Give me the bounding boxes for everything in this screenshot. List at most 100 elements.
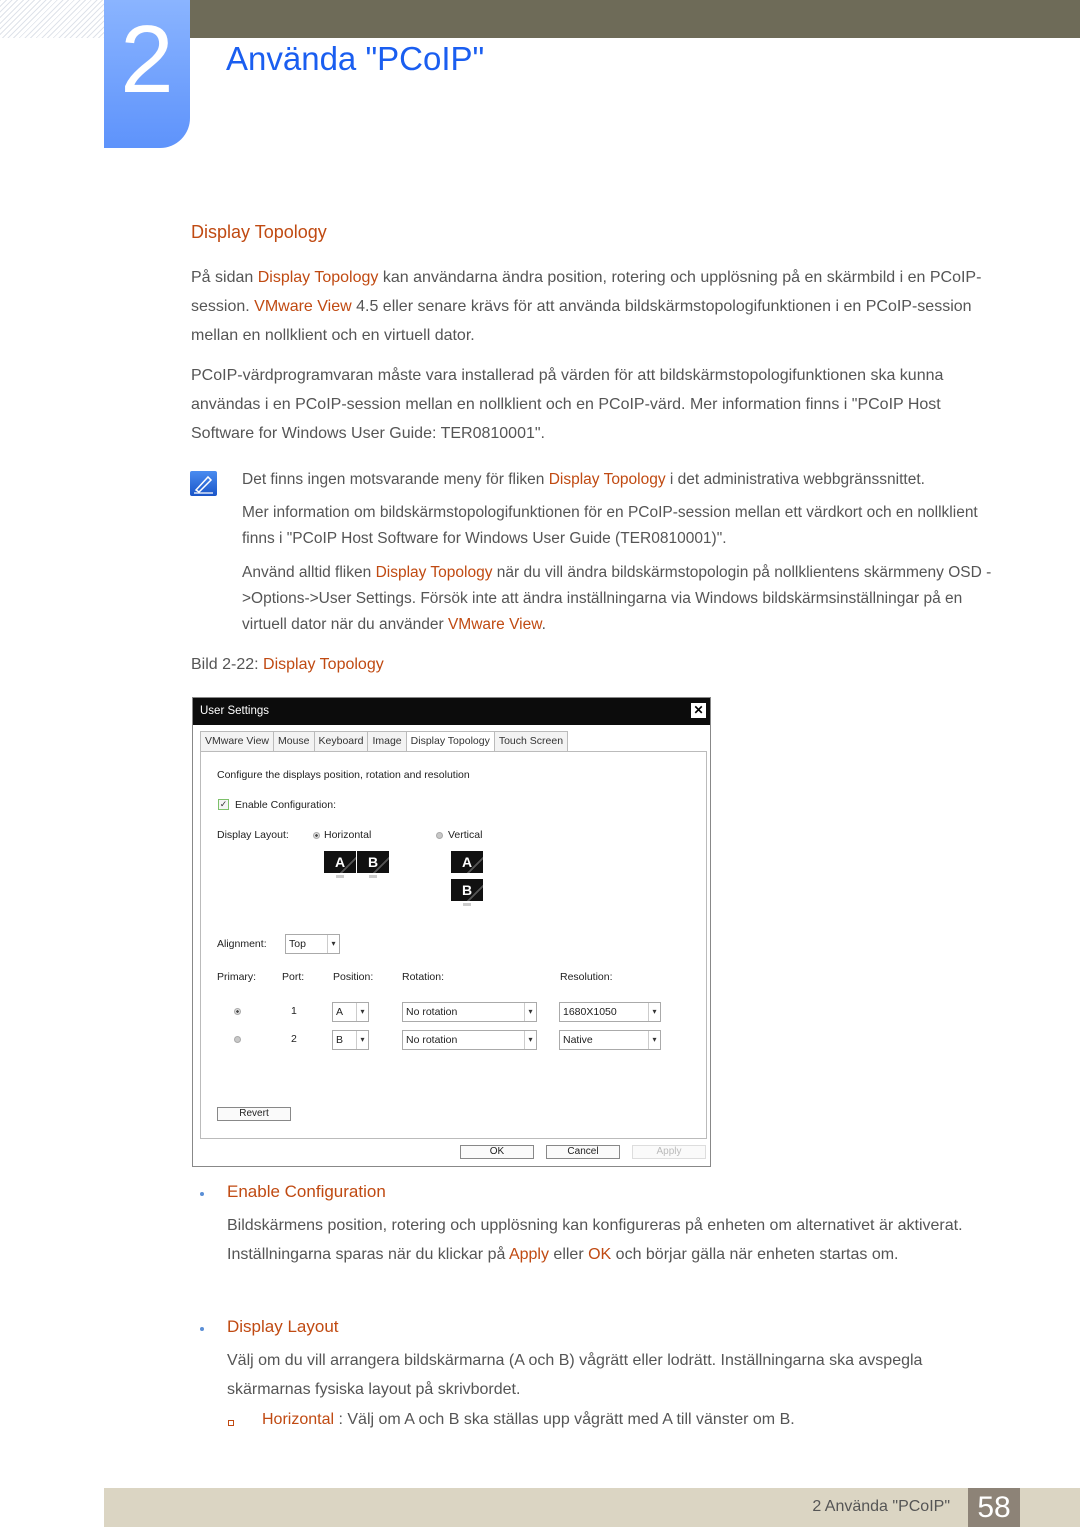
horizontal-label: Horizontal bbox=[324, 829, 372, 841]
highlight-display-topology: Display Topology bbox=[375, 564, 493, 581]
alignment-value: Top bbox=[289, 938, 306, 950]
note-1: Det finns ingen motsvarande meny för fli… bbox=[242, 467, 1007, 493]
highlight-display-topology: Display Topology bbox=[548, 471, 666, 488]
page-number: 58 bbox=[968, 1488, 1020, 1527]
primary-radio-port-2[interactable] bbox=[234, 1036, 241, 1043]
position-value: A bbox=[336, 1006, 344, 1018]
text: . bbox=[541, 616, 546, 633]
enable-configuration-label: Enable Configuration: bbox=[235, 799, 336, 811]
revert-button[interactable]: Revert bbox=[217, 1107, 291, 1121]
chevron-down-icon: ▾ bbox=[524, 1031, 536, 1049]
resolution-select-port-2[interactable]: Native ▾ bbox=[559, 1030, 661, 1050]
vertical-radio[interactable] bbox=[436, 832, 443, 839]
port-1: 1 bbox=[291, 1005, 297, 1017]
enable-configuration-text: Bildskärmens position, rotering och uppl… bbox=[227, 1211, 1007, 1269]
header-hatch-decoration bbox=[0, 0, 104, 38]
highlight-horizontal: Horizontal bbox=[262, 1411, 335, 1428]
close-icon[interactable]: ✕ bbox=[691, 703, 706, 718]
note-3: Använd alltid fliken Display Topology nä… bbox=[242, 560, 1007, 638]
display-layout-label: Display Layout: bbox=[217, 829, 289, 841]
resolution-value: Native bbox=[563, 1034, 593, 1046]
apply-button[interactable]: Apply bbox=[632, 1145, 706, 1159]
chapter-number: 2 bbox=[120, 6, 174, 113]
tab-keyboard[interactable]: Keyboard bbox=[313, 731, 369, 751]
horizontal-subitem: Horizontal : Välj om A och B ska ställas… bbox=[262, 1411, 795, 1429]
chevron-down-icon: ▾ bbox=[648, 1003, 660, 1021]
caption-prefix: Bild 2-22: bbox=[191, 656, 264, 673]
tab-mouse[interactable]: Mouse bbox=[273, 731, 315, 751]
primary-radio-port-1[interactable] bbox=[234, 1008, 241, 1015]
text: eller bbox=[548, 1246, 589, 1263]
note-pen-icon bbox=[190, 471, 217, 496]
note-2: Mer information om bildskärmstopologifun… bbox=[242, 504, 978, 547]
paragraph-host-software: PCoIP-värdprogramvaran måste vara instal… bbox=[191, 367, 944, 442]
position-value: B bbox=[336, 1034, 344, 1046]
paragraph-intro: På sidan Display Topology kan användarna… bbox=[191, 263, 1003, 350]
chevron-down-icon: ▾ bbox=[327, 935, 339, 953]
rotation-value: No rotation bbox=[406, 1034, 458, 1046]
text: Det finns ingen motsvarande meny för fli… bbox=[242, 471, 549, 488]
text: i det administrativa webbgränssnittet. bbox=[665, 471, 925, 488]
tab-panel: Configure the displays position, rotatio… bbox=[200, 751, 707, 1139]
chevron-down-icon: ▾ bbox=[356, 1031, 368, 1049]
enable-configuration-checkbox[interactable]: ✓ bbox=[218, 799, 229, 810]
tab-display-topology[interactable]: Display Topology bbox=[405, 731, 495, 752]
highlight-ok: OK bbox=[588, 1246, 612, 1263]
monitor-b-icon: B bbox=[451, 879, 483, 901]
highlight-apply: Apply bbox=[508, 1246, 549, 1263]
tab-bar: VMware View Mouse Keyboard Image Display… bbox=[200, 731, 569, 752]
rotation-value: No rotation bbox=[406, 1006, 458, 1018]
dialog-titlebar: User Settings ✕ bbox=[193, 698, 710, 725]
panel-description: Configure the displays position, rotatio… bbox=[217, 769, 470, 781]
alignment-select[interactable]: Top ▾ bbox=[285, 934, 340, 954]
chevron-down-icon: ▾ bbox=[356, 1003, 368, 1021]
figure-caption: Bild 2-22: Display Topology bbox=[191, 656, 384, 674]
highlight-vmware-view: VMware View bbox=[447, 616, 542, 633]
rotation-select-port-2[interactable]: No rotation ▾ bbox=[402, 1030, 537, 1050]
monitor-a-icon: A bbox=[451, 851, 483, 873]
horizontal-radio[interactable] bbox=[313, 832, 320, 839]
user-settings-dialog: User Settings ✕ VMware View Mouse Keyboa… bbox=[192, 697, 711, 1167]
monitor-stand-icon bbox=[336, 875, 344, 878]
bullet-icon bbox=[200, 1327, 204, 1331]
vertical-label: Vertical bbox=[448, 829, 483, 841]
enable-configuration-heading: Enable Configuration bbox=[227, 1182, 386, 1201]
highlight-vmware-view: VMware View bbox=[254, 298, 352, 315]
footer-chapter-text: 2 Använda "PCoIP" bbox=[812, 1498, 950, 1515]
section-title: Display Topology bbox=[191, 222, 327, 242]
cancel-button[interactable]: Cancel bbox=[546, 1145, 620, 1159]
square-bullet-icon bbox=[228, 1420, 234, 1426]
text: Använd alltid fliken bbox=[242, 564, 376, 581]
header-port: Port: bbox=[282, 971, 305, 983]
port-2: 2 bbox=[291, 1033, 297, 1045]
display-layout-heading: Display Layout bbox=[227, 1317, 339, 1336]
monitor-stand-icon bbox=[369, 875, 377, 878]
caption-title: Display Topology bbox=[263, 656, 384, 673]
dialog-title: User Settings bbox=[200, 705, 270, 717]
text: : Välj om A och B ska ställas upp vågrät… bbox=[334, 1411, 795, 1428]
display-layout-text: Välj om du vill arrangera bildskärmarna … bbox=[227, 1352, 923, 1398]
tab-vmware-view[interactable]: VMware View bbox=[200, 731, 274, 751]
header-resolution: Resolution: bbox=[560, 971, 613, 983]
header-bar bbox=[190, 0, 1080, 38]
position-select-port-1[interactable]: A ▾ bbox=[332, 1002, 369, 1022]
header-primary: Primary: bbox=[217, 971, 257, 983]
footer-bar: 2 Använda "PCoIP" bbox=[104, 1488, 1080, 1527]
resolution-select-port-1[interactable]: 1680X1050 ▾ bbox=[559, 1002, 661, 1022]
bullet-icon bbox=[200, 1192, 204, 1196]
position-select-port-2[interactable]: B ▾ bbox=[332, 1030, 369, 1050]
ok-button[interactable]: OK bbox=[460, 1145, 534, 1159]
alignment-label: Alignment: bbox=[217, 938, 267, 950]
resolution-value: 1680X1050 bbox=[563, 1006, 617, 1018]
tab-image[interactable]: Image bbox=[367, 731, 407, 751]
text: På sidan bbox=[191, 269, 258, 286]
rotation-select-port-1[interactable]: No rotation ▾ bbox=[402, 1002, 537, 1022]
header-position: Position: bbox=[333, 971, 374, 983]
header-rotation: Rotation: bbox=[402, 971, 445, 983]
monitor-b-icon: B bbox=[357, 851, 389, 873]
tab-touch-screen[interactable]: Touch Screen bbox=[493, 731, 569, 751]
monitor-a-icon: A bbox=[324, 851, 356, 873]
chapter-title: Använda "PCoIP" bbox=[226, 40, 485, 77]
chevron-down-icon: ▾ bbox=[648, 1031, 660, 1049]
highlight-display-topology: Display Topology bbox=[257, 269, 379, 286]
